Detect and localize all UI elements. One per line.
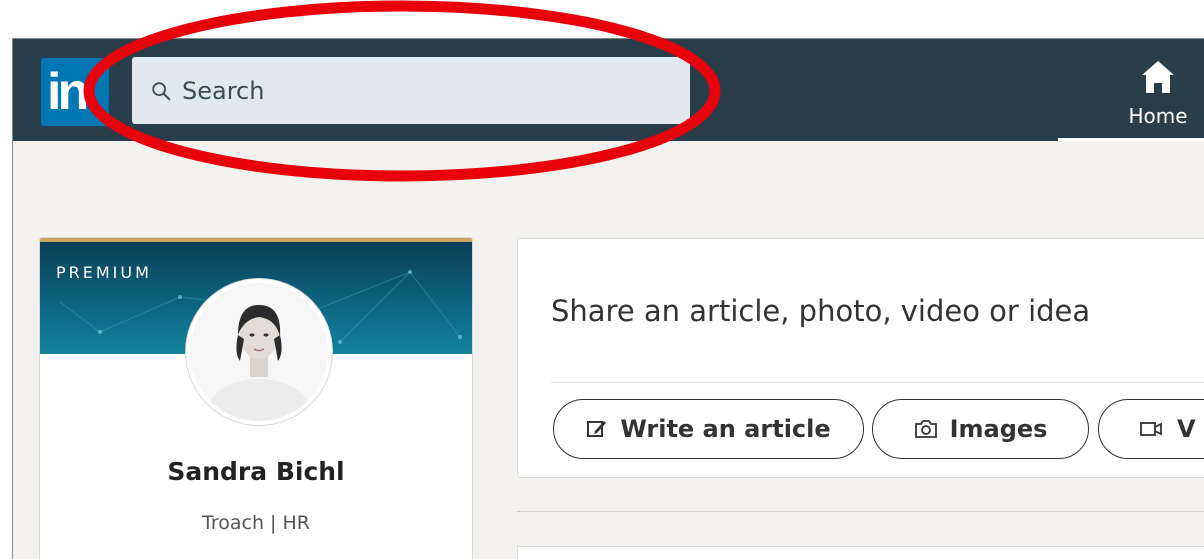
nav-home-label: Home (1128, 104, 1188, 128)
linkedin-screenshot: in Search Home PREMIUM Sandra Bichl Troa… (12, 38, 1204, 559)
premium-label: PREMIUM (56, 263, 152, 282)
video-label: V (1177, 415, 1196, 443)
avatar[interactable] (186, 279, 332, 425)
profile-headline: Troach | HR (202, 512, 310, 534)
images-label: Images (949, 415, 1048, 443)
video-button[interactable]: V (1098, 399, 1204, 459)
home-icon (1142, 61, 1174, 93)
camera-icon (914, 420, 937, 438)
search-placeholder: Search (182, 76, 265, 105)
search-icon (152, 81, 171, 100)
feed-divider (517, 511, 1204, 512)
nav-home[interactable]: Home (1058, 39, 1204, 141)
top-navigation-bar: in Search Home (13, 39, 1204, 141)
profile-card[interactable]: PREMIUM Sandra Bichl Troach | HR (39, 237, 473, 559)
profile-photo (190, 283, 328, 421)
profile-name[interactable]: Sandra Bichl (40, 457, 472, 486)
linkedin-logo[interactable]: in (41, 58, 109, 126)
share-divider (551, 382, 1204, 383)
feed-card-top (517, 546, 1204, 559)
write-article-label: Write an article (620, 415, 831, 443)
video-icon (1140, 422, 1162, 436)
share-prompt[interactable]: Share an article, photo, video or idea (551, 294, 1090, 328)
write-article-button[interactable]: Write an article (553, 399, 864, 459)
images-button[interactable]: Images (872, 399, 1089, 459)
search-box[interactable]: Search (132, 57, 690, 124)
edit-icon (587, 421, 607, 437)
share-box: Share an article, photo, video or idea W… (517, 238, 1204, 478)
